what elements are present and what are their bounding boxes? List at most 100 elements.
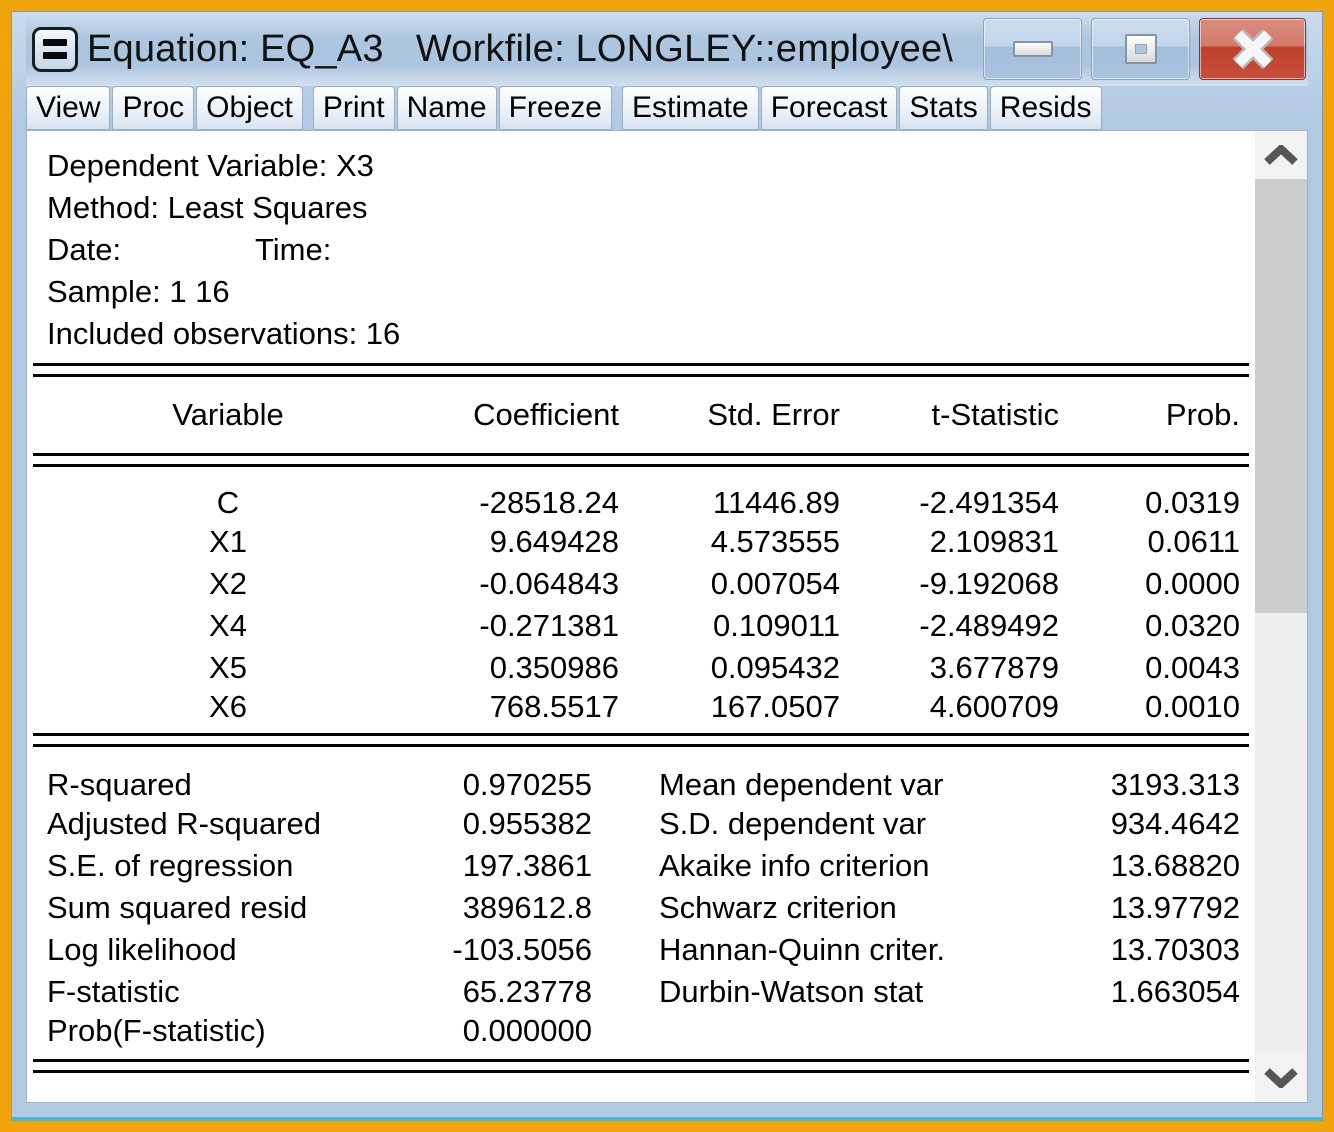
vertical-scrollbar[interactable] <box>1255 131 1307 1102</box>
table-row: S.E. of regression 197.3861 Akaike info … <box>33 845 1240 887</box>
scroll-up-button[interactable] <box>1255 131 1307 179</box>
cell-std-error: 0.095432 <box>710 650 840 685</box>
stat-label: Log likelihood <box>47 932 237 967</box>
view-button[interactable]: View <box>26 86 111 130</box>
maximize-icon-hole <box>1134 44 1147 54</box>
scrollbar-track[interactable] <box>1255 613 1307 1054</box>
cell-std-error: 4.573555 <box>710 524 840 559</box>
application-window: Equation: EQ_A3 Workfile: LONGLEY::emplo… <box>0 0 1334 1132</box>
cell-variable: C <box>216 485 240 520</box>
cell-t-statistic: -2.491354 <box>919 485 1059 520</box>
cell-prob: 0.0319 <box>1145 485 1240 520</box>
stat-value: 934.4642 <box>1110 806 1240 841</box>
cell-prob: 0.0320 <box>1145 608 1240 643</box>
stat-label: S.E. of regression <box>47 848 294 883</box>
cell-variable: X2 <box>209 566 247 601</box>
stat-label: Prob(F-statistic) <box>47 1013 266 1048</box>
cell-coefficient: -0.064843 <box>479 566 619 601</box>
dependent-variable-line: Dependent Variable: X3 <box>47 148 374 183</box>
cell-prob: 0.0000 <box>1145 566 1240 601</box>
table-row: C -28518.24 11446.89 -2.491354 0.0319 <box>33 467 1240 521</box>
stat-label: Sum squared resid <box>47 890 308 925</box>
col-header-variable: Variable <box>172 397 284 432</box>
stat-value: 0.955382 <box>462 806 592 841</box>
estimate-button[interactable]: Estimate <box>621 86 759 130</box>
stat-label: Hannan-Quinn criter. <box>659 932 946 967</box>
equation-object-icon[interactable] <box>32 26 78 72</box>
cell-t-statistic: 3.677879 <box>929 650 1059 685</box>
maximize-button[interactable] <box>1091 18 1190 80</box>
cell-std-error: 0.109011 <box>713 608 840 643</box>
cell-t-statistic: -9.192068 <box>919 566 1059 601</box>
minimize-button[interactable] <box>983 18 1082 80</box>
stat-value: 65.23778 <box>462 974 592 1009</box>
stat-value: 0.970255 <box>462 767 592 802</box>
print-button[interactable]: Print <box>312 86 395 130</box>
date-label: Date: <box>47 232 122 267</box>
stat-label: F-statistic <box>47 974 180 1009</box>
table-row: X2 -0.064843 0.007054 -9.192068 0.0000 <box>33 563 1240 605</box>
separator-double-line <box>33 363 1249 377</box>
stat-label: Akaike info criterion <box>659 848 930 883</box>
cell-coefficient: 0.350986 <box>489 650 619 685</box>
date-time-line: Date: Time: <box>47 229 1249 271</box>
stat-label: S.D. dependent var <box>659 806 927 841</box>
cell-variable: X6 <box>209 689 247 724</box>
stat-value: 3193.313 <box>1110 767 1240 802</box>
stat-value: -103.5056 <box>452 932 592 967</box>
col-header-prob: Prob. <box>1165 397 1240 432</box>
cell-variable: X1 <box>209 524 247 559</box>
maximize-icon <box>1124 34 1157 64</box>
table-row: Sum squared resid 389612.8 Schwarz crite… <box>33 887 1240 929</box>
stat-value-empty <box>1012 1013 1240 1059</box>
name-button[interactable]: Name <box>396 86 497 130</box>
cell-coefficient: -28518.24 <box>479 485 619 520</box>
table-row: X4 -0.271381 0.109011 -2.489492 0.0320 <box>33 605 1240 647</box>
stat-value: 13.68820 <box>1110 848 1240 883</box>
object-button[interactable]: Object <box>196 86 303 130</box>
freeze-button[interactable]: Freeze <box>498 86 612 130</box>
window-title: Equation: EQ_A3 Workfile: LONGLEY::emplo… <box>87 27 954 70</box>
toolbar-group-object: View Proc Object <box>26 86 303 130</box>
separator-double-line <box>33 733 1249 747</box>
stat-value: 1.663054 <box>1110 974 1240 1009</box>
stat-value: 0.000000 <box>462 1013 592 1048</box>
separator-double-line <box>33 453 1249 467</box>
scroll-down-button[interactable] <box>1255 1054 1307 1102</box>
proc-button[interactable]: Proc <box>112 86 195 130</box>
resids-button[interactable]: Resids <box>989 86 1102 130</box>
table-row: Prob(F-statistic) 0.000000 <box>33 1013 1240 1059</box>
titlebar: Equation: EQ_A3 Workfile: LONGLEY::emplo… <box>26 12 1308 86</box>
cell-prob: 0.0611 <box>1147 524 1240 559</box>
stat-value: 197.3861 <box>462 848 592 883</box>
toolbar-group-equation: Estimate Forecast Stats Resids <box>621 86 1102 130</box>
stat-label: Schwarz criterion <box>659 890 897 925</box>
cell-prob: 0.0010 <box>1145 689 1240 724</box>
cell-coefficient: -0.271381 <box>479 608 619 643</box>
minimize-icon <box>1012 41 1053 57</box>
cell-std-error: 167.0507 <box>710 689 840 724</box>
table-row: Adjusted R-squared 0.955382 S.D. depende… <box>33 803 1240 845</box>
window-controls <box>983 18 1306 80</box>
stat-label: Adjusted R-squared <box>47 806 321 841</box>
cell-prob: 0.0043 <box>1145 650 1240 685</box>
scrollbar-thumb[interactable] <box>1255 179 1307 613</box>
separator-double-line <box>33 1059 1249 1073</box>
observations-line: Included observations: 16 <box>47 316 401 351</box>
table-row: X5 0.350986 0.095432 3.677879 0.0043 <box>33 647 1240 689</box>
stats-button[interactable]: Stats <box>899 86 988 130</box>
close-button[interactable] <box>1199 18 1306 80</box>
stat-value: 13.97792 <box>1110 890 1240 925</box>
cell-std-error: 0.007054 <box>710 566 840 601</box>
stat-label-empty <box>592 1013 1012 1059</box>
cell-t-statistic: 4.600709 <box>929 689 1059 724</box>
content-area: Dependent Variable: X3 Method: Least Squ… <box>26 130 1308 1103</box>
col-header-t-statistic: t-Statistic <box>931 397 1059 432</box>
forecast-button[interactable]: Forecast <box>760 86 898 130</box>
estimation-summary: Dependent Variable: X3 Method: Least Squ… <box>33 143 1249 363</box>
toolbar: View Proc Object Print Name Freeze Estim… <box>26 86 1308 130</box>
stat-label: Durbin-Watson stat <box>659 974 924 1009</box>
sample-line: Sample: 1 16 <box>47 274 230 309</box>
window-frame: Equation: EQ_A3 Workfile: LONGLEY::emplo… <box>11 11 1323 1121</box>
cell-coefficient: 9.649428 <box>489 524 619 559</box>
